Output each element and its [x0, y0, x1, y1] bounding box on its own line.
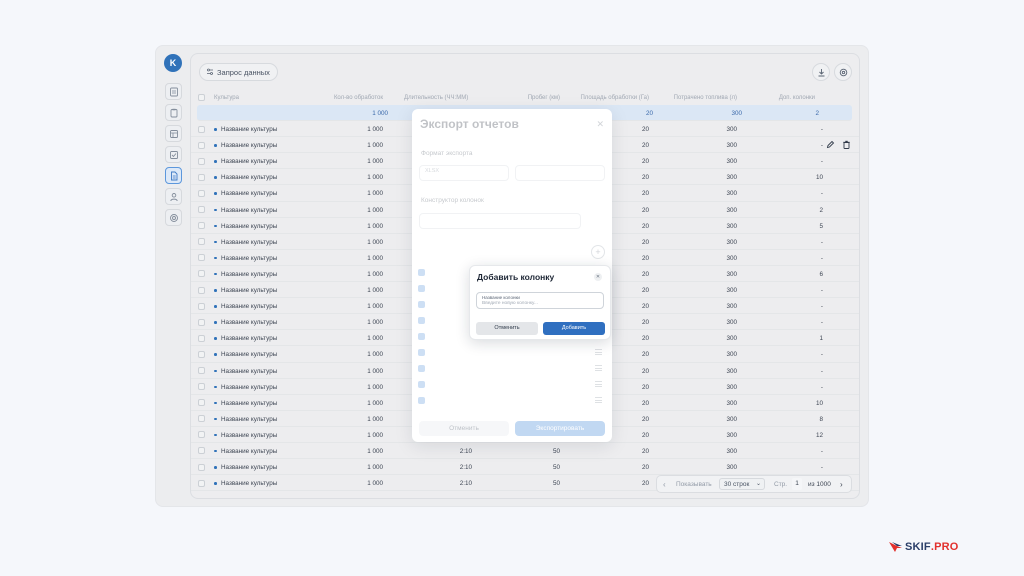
add-column-title: Добавить колонку: [477, 272, 555, 282]
add-column-modal: Добавить колонку ✕ Название колонки Введ…: [469, 265, 611, 340]
add-column-submit-button[interactable]: Добавить: [543, 322, 605, 335]
column-constructor-label: Конструктор колонок: [421, 197, 484, 204]
export-format-value: XLSX: [425, 168, 440, 174]
column-template-select[interactable]: [419, 213, 581, 229]
column-row[interactable]: [418, 345, 606, 361]
brand-name: SKIF.PRO: [905, 541, 959, 553]
column-row[interactable]: [418, 361, 606, 377]
add-column-plus-button[interactable]: +: [591, 245, 605, 259]
column-row[interactable]: [418, 393, 606, 409]
column-name-label: Название колонки: [482, 295, 520, 300]
export-cancel-button[interactable]: Отменить: [419, 421, 509, 436]
export-format-select[interactable]: XLSX: [419, 165, 509, 181]
column-name-placeholder: Введите новую колонку...: [482, 301, 538, 306]
brand-logo: SKIF.PRO: [888, 540, 959, 554]
export-option-select[interactable]: [515, 165, 605, 181]
add-column-cancel-button[interactable]: Отменить: [476, 322, 538, 335]
close-icon[interactable]: ✕: [596, 119, 604, 130]
skif-logo-icon: [889, 542, 902, 552]
export-modal-title: Экспорт отчетов: [420, 117, 519, 131]
export-format-label: Формат экспорта: [421, 150, 473, 157]
close-icon[interactable]: ✕: [594, 273, 602, 281]
column-name-field[interactable]: Название колонки Введите новую колонку..…: [476, 292, 604, 309]
column-row[interactable]: [418, 377, 606, 393]
export-submit-button[interactable]: Экспортировать: [515, 421, 605, 436]
